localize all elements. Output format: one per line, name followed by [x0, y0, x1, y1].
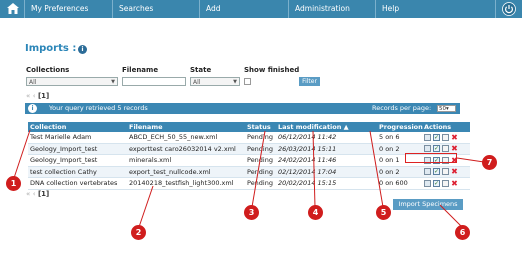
annotation-lines: [13, 129, 485, 228]
callout-4: 4: [308, 205, 323, 220]
callout-2: 2: [131, 225, 146, 240]
callout-3: 3: [244, 205, 259, 220]
callout-7: 7: [482, 155, 497, 170]
callout-5: 5: [376, 205, 391, 220]
callout-6: 6: [455, 225, 470, 240]
callout-1: 1: [6, 176, 21, 191]
